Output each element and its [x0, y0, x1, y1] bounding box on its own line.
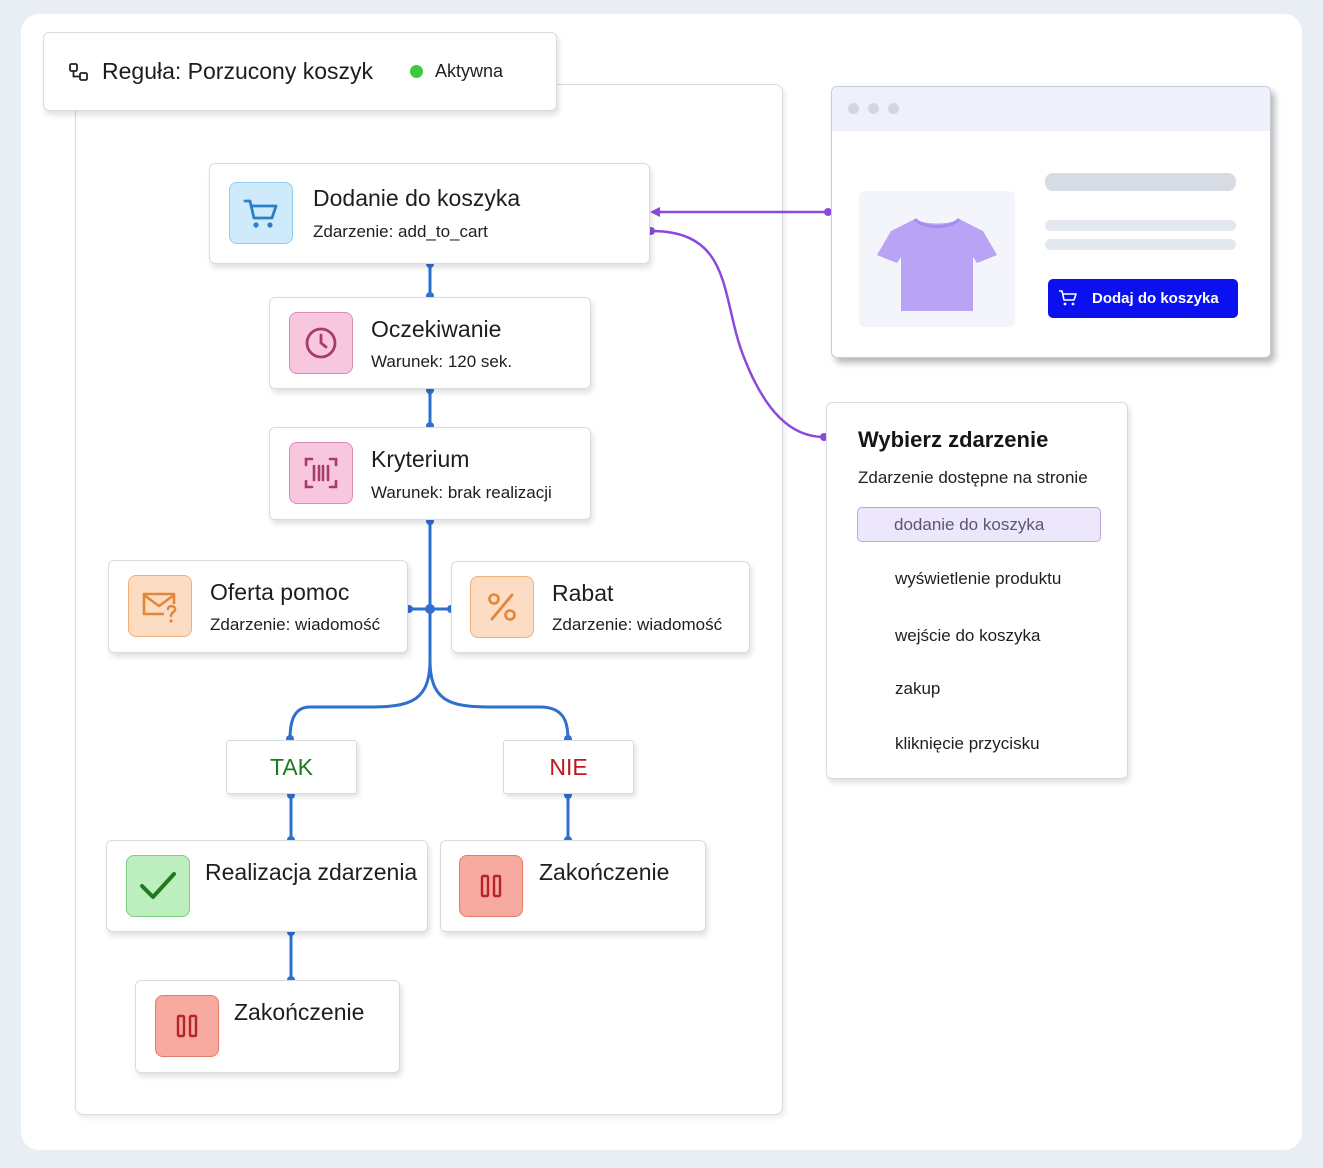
node-realization[interactable]: Realizacja zdarzenia	[106, 840, 428, 932]
event-option[interactable]: wyświetlenie produktu	[895, 569, 1061, 589]
event-option[interactable]: zakup	[895, 679, 940, 699]
workflow-icon	[69, 62, 88, 81]
window-dot	[888, 103, 899, 114]
pause-icon	[155, 995, 219, 1057]
event-option-selected[interactable]: dodanie do koszyka	[857, 507, 1101, 542]
clock-icon	[289, 312, 353, 374]
window-dot	[848, 103, 859, 114]
browser-toolbar	[832, 87, 1270, 131]
picker-title: Wybierz zdarzenie	[858, 427, 1049, 452]
node-subtitle: Zdarzenie: wiadomość	[210, 615, 381, 634]
node-title: Oczekiwanie	[371, 316, 502, 342]
mail-question-icon	[128, 575, 192, 637]
percent-icon	[470, 576, 534, 638]
event-option[interactable]: kliknięcie przycisku	[895, 734, 1040, 754]
node-end-yes[interactable]: Zakończenie	[135, 980, 400, 1073]
node-offer-help[interactable]: Oferta pomoc Zdarzenie: wiadomość	[108, 560, 408, 653]
skeleton-line	[1045, 239, 1236, 250]
status-dot	[410, 65, 424, 78]
node-title: Zakończenie	[234, 999, 365, 1025]
node-subtitle: Zdarzenie: add_to_cart	[313, 222, 488, 241]
picker-subtitle: Zdarzenie dostępne na stronie	[858, 468, 1088, 487]
add-to-cart-button[interactable]: Dodaj do koszyka	[1048, 279, 1238, 318]
node-subtitle: Warunek: 120 sek.	[371, 352, 513, 371]
rule-title: Reguła: Porzucony koszyk	[102, 58, 374, 84]
node-discount[interactable]: Rabat Zdarzenie: wiadomość	[451, 561, 750, 653]
branch-yes-label[interactable]: TAK	[226, 740, 357, 794]
pause-icon	[459, 855, 523, 917]
event-picker: Wybierz zdarzenie Zdarzenie dostępne na …	[826, 402, 1128, 779]
status-text: Aktywna	[435, 61, 504, 81]
branch-no-label[interactable]: NIE	[503, 740, 634, 794]
node-subtitle: Warunek: brak realizacji	[371, 483, 552, 502]
scan-icon	[289, 442, 353, 504]
cart-icon	[1059, 290, 1077, 306]
product-image	[859, 191, 1015, 327]
skeleton-line	[1045, 220, 1236, 231]
node-title: Dodanie do koszyka	[313, 185, 521, 211]
check-icon	[126, 855, 190, 917]
node-end-no[interactable]: Zakończenie	[440, 840, 706, 932]
node-add-to-cart[interactable]: Dodanie do koszyka Zdarzenie: add_to_car…	[209, 163, 650, 264]
node-title: Zakończenie	[539, 859, 670, 885]
node-title: Realizacja zdarzenia	[205, 859, 418, 885]
event-option[interactable]: wejście do koszyka	[895, 626, 1041, 646]
add-to-cart-label: Dodaj do koszyka	[1092, 290, 1219, 307]
node-title: Rabat	[552, 580, 614, 606]
browser-preview: Dodaj do koszyka	[831, 86, 1271, 358]
rule-header: Reguła: Porzucony koszyk Aktywna	[43, 32, 557, 111]
node-wait[interactable]: Oczekiwanie Warunek: 120 sek.	[269, 297, 591, 389]
node-subtitle: Zdarzenie: wiadomość	[552, 615, 723, 634]
node-criterion[interactable]: Kryterium Warunek: brak realizacji	[269, 427, 591, 520]
skeleton-title	[1045, 173, 1236, 191]
node-title: Oferta pomoc	[210, 579, 350, 605]
window-dot	[868, 103, 879, 114]
tshirt-icon	[877, 217, 997, 311]
cart-icon	[229, 182, 293, 244]
node-title: Kryterium	[371, 446, 470, 472]
